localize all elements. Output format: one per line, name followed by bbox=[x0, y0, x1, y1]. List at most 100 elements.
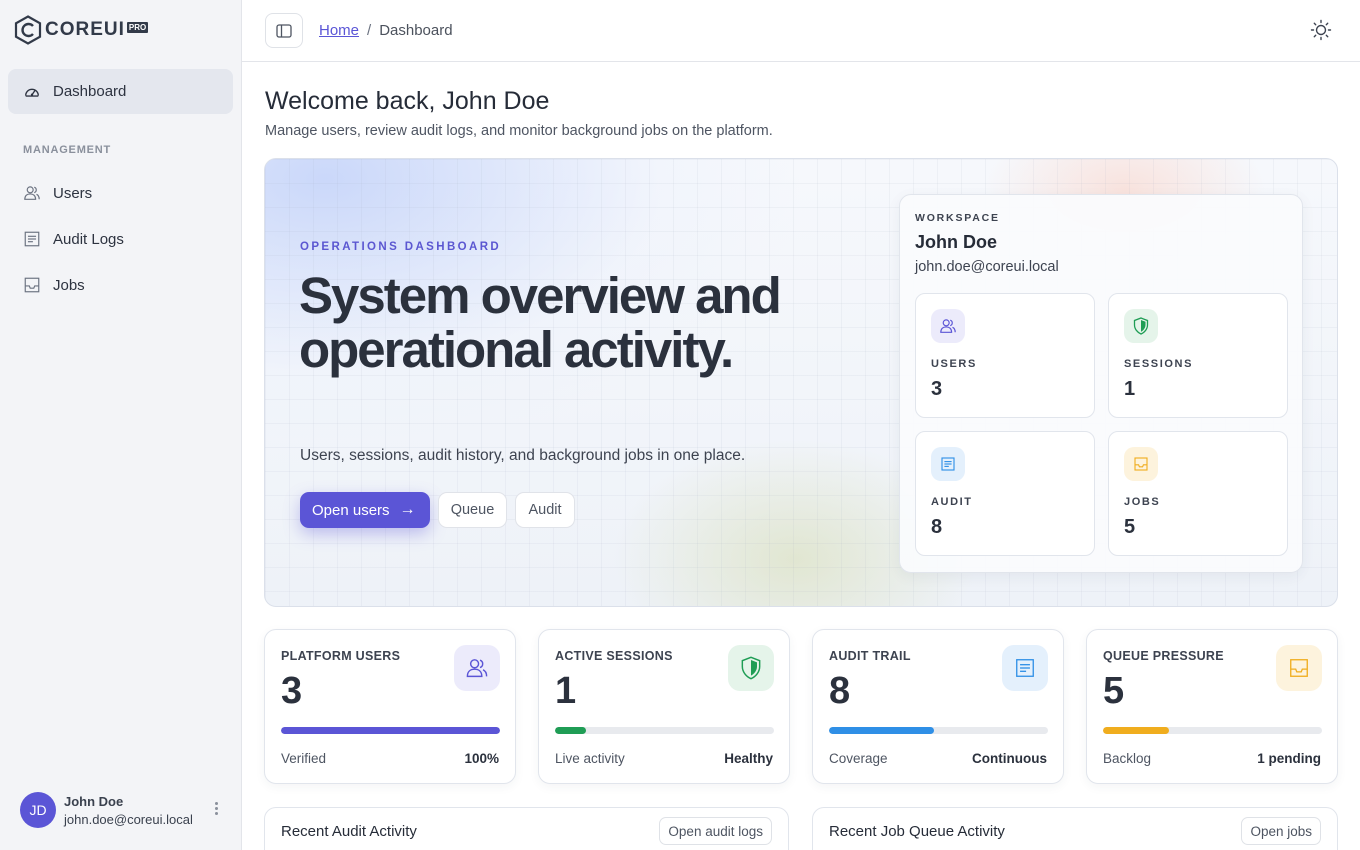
hero-panel: OPERATIONS DASHBOARD System overview and… bbox=[264, 158, 1338, 607]
stat-card-active-sessions[interactable]: ACTIVE SESSIONS 1 Live activity Healthy bbox=[538, 629, 790, 784]
progress-fill bbox=[281, 727, 500, 734]
sidebar-section-title: MANAGEMENT bbox=[23, 144, 112, 156]
inbox-icon bbox=[1276, 645, 1322, 691]
speedometer-icon bbox=[25, 88, 39, 97]
list-icon bbox=[1002, 645, 1048, 691]
progress-bar bbox=[281, 727, 500, 734]
breadcrumb-separator: / bbox=[367, 22, 372, 39]
user-name: John Doe bbox=[64, 793, 124, 809]
sidebar-item-dashboard[interactable]: Dashboard bbox=[8, 69, 233, 114]
sidebar-item-jobs[interactable]: Jobs bbox=[8, 264, 233, 306]
sidebar-toggle-button[interactable] bbox=[265, 13, 303, 48]
brand-name: COREUI bbox=[45, 19, 125, 40]
workspace-card: WORKSPACE John Doe john.doe@coreui.local… bbox=[899, 194, 1303, 573]
breadcrumb-current: Dashboard bbox=[379, 22, 453, 39]
stat-foot-value: Continuous bbox=[972, 751, 1047, 766]
stat-foot-label: Verified bbox=[281, 751, 327, 766]
stat-card-platform-users[interactable]: PLATFORM USERS 3 Verified 100% bbox=[264, 629, 516, 784]
tile-label: JOBS bbox=[1124, 496, 1161, 508]
inbox-icon bbox=[24, 277, 40, 293]
theme-toggle-button[interactable] bbox=[1310, 19, 1332, 41]
audit-button[interactable]: Audit bbox=[515, 492, 575, 528]
stat-label: QUEUE PRESSURE bbox=[1103, 649, 1224, 663]
stat-label: PLATFORM USERS bbox=[281, 649, 401, 663]
list-icon bbox=[24, 231, 40, 247]
more-vertical-icon[interactable] bbox=[215, 802, 219, 817]
workspace-eyebrow: WORKSPACE bbox=[915, 212, 1000, 224]
hero-title: System overview and operational activity… bbox=[299, 267, 782, 378]
inbox-icon bbox=[1124, 447, 1158, 481]
tile-value: 3 bbox=[931, 378, 943, 400]
workspace-tile-jobs[interactable]: JOBS 5 bbox=[1108, 431, 1288, 556]
users-icon bbox=[454, 645, 500, 691]
sun-icon bbox=[1310, 19, 1332, 41]
hero-eyebrow: OPERATIONS DASHBOARD bbox=[300, 241, 502, 253]
open-users-label: Open users bbox=[312, 501, 390, 519]
sidebar-item-label: Jobs bbox=[53, 276, 85, 294]
progress-bar bbox=[555, 727, 774, 734]
progress-bar bbox=[1103, 727, 1322, 734]
user-email: john.doe@coreui.local bbox=[64, 811, 193, 827]
open-audit-logs-button[interactable]: Open audit logs bbox=[659, 817, 772, 845]
stat-card-audit-trail[interactable]: AUDIT TRAIL 8 Coverage Continuous bbox=[812, 629, 1064, 784]
stat-foot-label: Live activity bbox=[555, 751, 625, 766]
hero-subtitle: Users, sessions, audit history, and back… bbox=[300, 447, 746, 464]
arrow-right-icon: → bbox=[399, 501, 416, 518]
stat-value: 5 bbox=[1103, 670, 1125, 712]
sidebar-item-label: Dashboard bbox=[53, 83, 127, 100]
top-header: Home / Dashboard bbox=[242, 0, 1360, 62]
shield-icon bbox=[728, 645, 774, 691]
stat-value: 8 bbox=[829, 670, 851, 712]
brand-logo[interactable]: COREUI PRO bbox=[14, 15, 149, 45]
stat-label: AUDIT TRAIL bbox=[829, 649, 911, 663]
users-icon bbox=[931, 309, 965, 343]
recent-jobs-panel: Recent Job Queue Activity Open jobs bbox=[812, 807, 1338, 850]
tile-label: USERS bbox=[931, 358, 977, 370]
sidebar-item-audit-logs[interactable]: Audit Logs bbox=[8, 218, 233, 260]
panel-title: Recent Audit Activity bbox=[281, 823, 417, 840]
avatar: JD bbox=[20, 792, 56, 828]
open-users-button[interactable]: Open users → bbox=[300, 492, 430, 528]
breadcrumb-home-link[interactable]: Home bbox=[319, 22, 359, 39]
recent-audit-panel: Recent Audit Activity Open audit logs bbox=[264, 807, 789, 850]
sidebar-user[interactable]: JD John Doe john.doe@coreui.local bbox=[20, 792, 225, 828]
stat-foot-value: Healthy bbox=[724, 751, 773, 766]
stat-card-queue-pressure[interactable]: QUEUE PRESSURE 5 Backlog 1 pending bbox=[1086, 629, 1338, 784]
progress-fill bbox=[1103, 727, 1169, 734]
list-icon bbox=[931, 447, 965, 481]
queue-button[interactable]: Queue bbox=[438, 492, 507, 528]
workspace-tile-audit[interactable]: AUDIT 8 bbox=[915, 431, 1095, 556]
workspace-tile-users[interactable]: USERS 3 bbox=[915, 293, 1095, 418]
breadcrumb: Home / Dashboard bbox=[319, 22, 453, 39]
page-title: Welcome back, John Doe bbox=[265, 87, 550, 115]
sidebar-item-users[interactable]: Users bbox=[8, 172, 233, 214]
progress-fill bbox=[555, 727, 586, 734]
stat-value: 1 bbox=[555, 670, 577, 712]
open-jobs-button[interactable]: Open jobs bbox=[1241, 817, 1321, 845]
stat-value: 3 bbox=[281, 670, 303, 712]
brand-badge: PRO bbox=[126, 21, 149, 33]
panel-title: Recent Job Queue Activity bbox=[829, 823, 1005, 840]
workspace-tile-sessions[interactable]: SESSIONS 1 bbox=[1108, 293, 1288, 418]
shield-icon bbox=[1124, 309, 1158, 343]
stat-label: ACTIVE SESSIONS bbox=[555, 649, 673, 663]
tile-value: 1 bbox=[1124, 378, 1136, 400]
stat-foot-value: 1 pending bbox=[1257, 751, 1321, 766]
workspace-email: john.doe@coreui.local bbox=[915, 259, 1059, 275]
sidebar-item-label: Audit Logs bbox=[53, 230, 124, 248]
stat-foot-label: Backlog bbox=[1103, 751, 1152, 766]
progress-fill bbox=[829, 727, 935, 734]
stat-foot-value: 100% bbox=[464, 751, 499, 766]
tile-value: 8 bbox=[931, 516, 943, 538]
users-icon bbox=[24, 186, 40, 200]
sidebar: COREUI PRO Dashboard MANAGEMENT Users Au… bbox=[0, 0, 242, 850]
coreui-logo-icon bbox=[14, 15, 42, 45]
stat-foot-label: Coverage bbox=[829, 751, 888, 766]
tile-label: SESSIONS bbox=[1124, 358, 1194, 370]
sidebar-toggle-icon bbox=[276, 23, 292, 38]
tile-value: 5 bbox=[1124, 516, 1136, 538]
tile-label: AUDIT bbox=[931, 496, 973, 508]
progress-bar bbox=[829, 727, 1048, 734]
workspace-name: John Doe bbox=[915, 232, 998, 252]
page-subtitle: Manage users, review audit logs, and mon… bbox=[265, 123, 773, 139]
